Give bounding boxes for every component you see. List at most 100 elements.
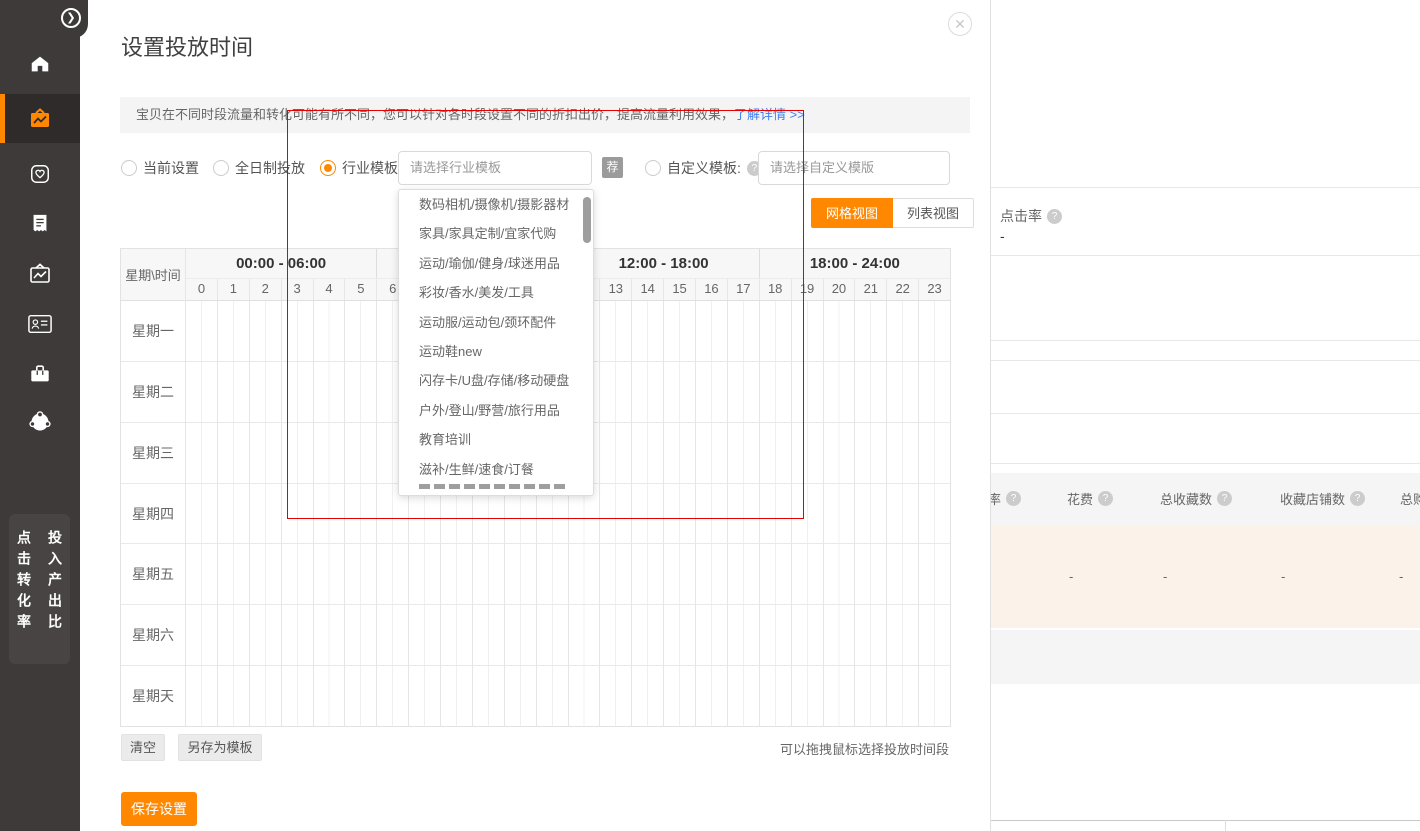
time-slot[interactable] [250, 544, 282, 604]
time-slot[interactable] [282, 362, 314, 422]
time-slot[interactable] [824, 605, 856, 665]
time-slot[interactable] [250, 301, 282, 361]
time-slot[interactable] [760, 362, 792, 422]
dropdown-item[interactable]: 教育培训 [399, 425, 593, 454]
time-slot[interactable] [186, 484, 218, 544]
time-slot[interactable] [792, 301, 824, 361]
time-slot[interactable] [186, 301, 218, 361]
time-slot[interactable] [218, 484, 250, 544]
sidebar-item-business[interactable] [0, 352, 80, 396]
time-slot[interactable] [218, 362, 250, 422]
column-header[interactable]: 总收藏数 ? [1160, 489, 1232, 508]
time-slot[interactable] [600, 423, 632, 483]
time-slot[interactable] [728, 423, 760, 483]
time-slot[interactable] [314, 544, 346, 604]
close-icon[interactable]: ✕ [948, 12, 972, 36]
time-slot[interactable] [441, 544, 473, 604]
time-slot[interactable] [887, 301, 919, 361]
time-slot[interactable] [760, 484, 792, 544]
time-slot[interactable] [728, 301, 760, 361]
time-slot[interactable] [282, 484, 314, 544]
time-slot[interactable] [600, 544, 632, 604]
time-slot[interactable] [186, 362, 218, 422]
time-slot[interactable] [409, 666, 441, 726]
time-slot[interactable] [887, 605, 919, 665]
time-slot[interactable] [824, 301, 856, 361]
sidebar-item-orders[interactable] [0, 202, 80, 246]
time-slot[interactable] [664, 605, 696, 665]
time-slot[interactable] [600, 301, 632, 361]
time-slot[interactable] [919, 423, 950, 483]
time-slot[interactable] [314, 484, 346, 544]
time-slot[interactable] [409, 605, 441, 665]
time-slot[interactable] [569, 544, 601, 604]
sidebar-item-campaign[interactable] [0, 94, 80, 143]
time-slot[interactable] [887, 484, 919, 544]
time-slot[interactable] [282, 301, 314, 361]
time-slot[interactable] [377, 544, 409, 604]
time-slot[interactable] [824, 544, 856, 604]
time-slot[interactable] [473, 544, 505, 604]
time-slot[interactable] [760, 544, 792, 604]
time-slot[interactable] [600, 605, 632, 665]
dropdown-item[interactable]: 数码相机/摄像机/摄影器材 [399, 190, 593, 219]
time-slot[interactable] [664, 301, 696, 361]
dropdown-item[interactable]: 家具/家具定制/宜家代购 [399, 219, 593, 248]
dropdown-item[interactable]: 运动服/运动包/颈环配件 [399, 308, 593, 337]
time-slot[interactable] [218, 301, 250, 361]
time-slot[interactable] [473, 666, 505, 726]
radio-fulltime-delivery[interactable]: 全日制投放 [213, 151, 305, 185]
time-slot[interactable] [250, 484, 282, 544]
time-slot[interactable] [314, 605, 346, 665]
time-slot[interactable] [919, 605, 950, 665]
list-view-button[interactable]: 列表视图 [893, 198, 974, 228]
learn-more-link[interactable]: 了解详情 >> [734, 107, 805, 122]
time-slot[interactable] [919, 544, 950, 604]
time-slot[interactable] [186, 423, 218, 483]
time-slot[interactable] [377, 666, 409, 726]
time-slot[interactable] [345, 605, 377, 665]
time-slot[interactable] [314, 666, 346, 726]
chevron-right-icon[interactable]: ❯ [61, 8, 81, 28]
time-slot[interactable] [664, 666, 696, 726]
column-header[interactable]: 总购 [1400, 489, 1420, 508]
time-slot[interactable] [600, 666, 632, 726]
time-slot[interactable] [728, 605, 760, 665]
time-slot[interactable] [855, 362, 887, 422]
time-slot[interactable] [632, 605, 664, 665]
time-slot[interactable] [632, 423, 664, 483]
time-slot[interactable] [664, 362, 696, 422]
time-slot[interactable] [919, 484, 950, 544]
time-slot[interactable] [250, 605, 282, 665]
time-slot[interactable] [696, 544, 728, 604]
time-slot[interactable] [632, 362, 664, 422]
radio-current-setting[interactable]: 当前设置 [121, 151, 199, 185]
time-slot[interactable] [919, 666, 950, 726]
time-slot[interactable] [345, 362, 377, 422]
time-slot[interactable] [792, 544, 824, 604]
time-slot[interactable] [792, 362, 824, 422]
time-slot[interactable] [282, 544, 314, 604]
time-slot[interactable] [218, 666, 250, 726]
dropdown-item[interactable]: 运动/瑜伽/健身/球迷用品 [399, 249, 593, 278]
time-slot[interactable] [473, 605, 505, 665]
column-header[interactable]: 率 ? [991, 489, 1021, 508]
time-slot[interactable] [728, 362, 760, 422]
time-slot[interactable] [345, 423, 377, 483]
grid-view-button[interactable]: 网格视图 [811, 198, 893, 228]
time-slot[interactable] [728, 484, 760, 544]
time-slot[interactable] [887, 423, 919, 483]
time-slot[interactable] [728, 666, 760, 726]
time-slot[interactable] [664, 423, 696, 483]
time-slot[interactable] [792, 666, 824, 726]
time-slot[interactable] [887, 362, 919, 422]
time-slot[interactable] [250, 362, 282, 422]
time-slot[interactable] [632, 484, 664, 544]
time-slot[interactable] [345, 484, 377, 544]
time-slot[interactable] [919, 362, 950, 422]
time-slot[interactable] [441, 605, 473, 665]
dropdown-item[interactable]: 闪存卡/U盘/存储/移动硬盘 [399, 366, 593, 395]
time-slot[interactable] [664, 484, 696, 544]
time-slot[interactable] [345, 544, 377, 604]
help-icon[interactable]: ? [1350, 491, 1365, 506]
